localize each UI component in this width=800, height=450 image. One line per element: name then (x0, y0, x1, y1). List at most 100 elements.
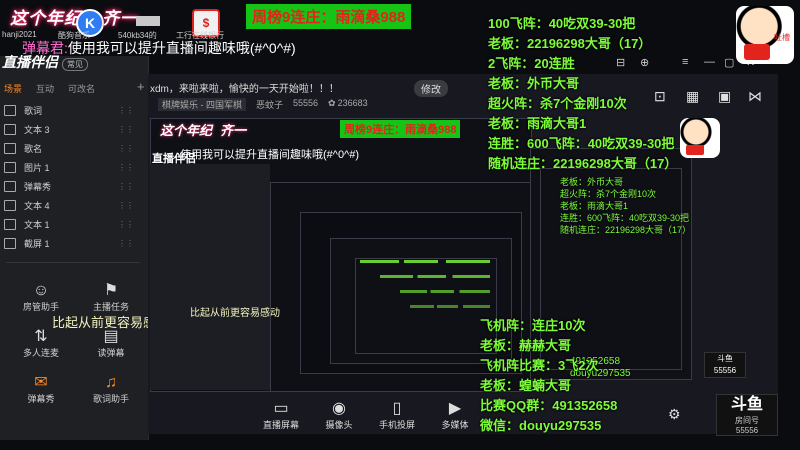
app-badge[interactable]: 常见 (62, 58, 88, 71)
source-item[interactable]: 弹幕秀 ⋮⋮ (4, 180, 134, 193)
source-item[interactable]: 歌名 ⋮⋮ (4, 142, 134, 155)
multimedia-button[interactable]: ▶ 多媒体 (434, 400, 476, 431)
overlay-line: 老板：22196298大哥（17） (488, 36, 652, 51)
tool-label: 多媒体 (441, 420, 469, 430)
drag-handle-icon[interactable]: ⋮⋮ (118, 220, 134, 229)
cartoon-character-sticker: 吐槽 (736, 6, 794, 64)
stream-banner-title-tail: 齐一 (102, 9, 138, 28)
fans-icon: ✿ (328, 98, 336, 108)
overlay-line: 连胜：600飞阵：40吃双39-30把 (560, 213, 690, 223)
douyu-logo: 斗鱼 (730, 396, 763, 413)
drag-handle-icon[interactable]: ⋮⋮ (118, 106, 134, 115)
room-manager-icon: ☺ (32, 282, 50, 299)
add-tab-button[interactable]: + (137, 80, 145, 98)
tab-interact[interactable]: 互动 (36, 82, 54, 98)
drag-handle-icon[interactable]: ⋮⋮ (118, 239, 134, 248)
lyrics-icon: ♫ (105, 374, 117, 391)
phone-cast-button[interactable]: ▯ 手机投屏 (376, 400, 418, 431)
flag-icon: ⚑ (103, 282, 119, 299)
overlay-line: 随机连庄：22196298大哥（17） (560, 225, 692, 235)
source-label: 歌名 (24, 144, 43, 154)
overlay-line: 老板：外币大哥 (560, 177, 624, 187)
barrage-message: 使用我可以提升直播间趣味哦(#^0^#) (67, 40, 296, 56)
settings-gear-icon[interactable]: ⚙ (668, 406, 681, 423)
overlay-line: 超火阵：杀7个金刚10次 (560, 189, 657, 199)
nested-cartoon-sticker (680, 118, 720, 158)
minimize-icon[interactable]: — (704, 56, 715, 68)
drag-handle-icon[interactable]: ⋮⋮ (118, 144, 134, 153)
fans-count: 236683 (337, 98, 368, 108)
drag-handle-icon[interactable]: ⋮⋮ (118, 182, 134, 191)
tool-label: 摄像头 (325, 420, 353, 430)
stream-banner-title: 这个年纪 (10, 9, 82, 28)
banner-dash (136, 16, 160, 26)
drag-handle-icon[interactable]: ⋮⋮ (118, 201, 134, 210)
menu-icon[interactable]: ≡ (682, 56, 688, 68)
drag-handle-icon[interactable]: ⋮⋮ (118, 163, 134, 172)
host-name: 恶蚊子 (256, 100, 284, 110)
phone-icon: ▯ (392, 400, 402, 417)
source-item[interactable]: 截屏 1 ⋮⋮ (4, 237, 134, 250)
douyu-watermark: 斗鱼 房间号 55556 (716, 394, 778, 436)
host-task-button[interactable]: ⚑ 主播任务 (86, 282, 136, 313)
source-label: 歌词 (24, 106, 43, 116)
maximize-icon[interactable]: ▢ (724, 56, 734, 69)
barrage-show-icon: ✉ (34, 374, 48, 391)
overlay-line: 老板：蝗蝻大哥 (480, 378, 572, 393)
room-category[interactable]: 棋牌娱乐 - 四国军棋 (158, 98, 246, 111)
source-label: 文本 3 (24, 125, 50, 135)
overlay-line: 老板：雨滴大哥1 (560, 201, 629, 211)
read-barrage-button[interactable]: ▤ 读弹幕 (86, 328, 136, 359)
green-streak (360, 260, 490, 263)
source-item[interactable]: 文本 4 ⋮⋮ (4, 199, 134, 212)
source-item[interactable]: 文本 1 ⋮⋮ (4, 218, 134, 231)
tab-scene[interactable]: 场景 (4, 82, 22, 98)
source-label: 弹幕秀 (24, 182, 52, 192)
tool-label: 直播屏幕 (262, 420, 299, 430)
overlay-line: 随机连庄：22196298大哥（17） (488, 156, 678, 171)
tool-label: 手机投屏 (378, 420, 415, 430)
drag-handle-icon[interactable]: ⋮⋮ (118, 125, 134, 134)
share-nodes-icon[interactable]: ⋈ (748, 88, 762, 105)
tool-label: 读弹幕 (97, 348, 125, 358)
source-item[interactable]: 歌词 ⋮⋮ (4, 104, 134, 117)
source-icon (4, 238, 16, 249)
panel-divider (6, 262, 140, 263)
source-icon (4, 105, 16, 116)
source-label: 截屏 1 (24, 239, 50, 249)
tool-label: 主播任务 (92, 302, 129, 312)
overlay-line: 老板：雨滴大哥1 (488, 116, 587, 131)
nested-streak-banner: 周榜9连庄：雨滴桑988 (340, 120, 461, 138)
gift-icon[interactable]: ▣ (718, 88, 731, 105)
tab-rename[interactable]: 可改名 (68, 82, 95, 98)
overlay-line: 连胜：600飞阵：40吃双39-30把 (488, 136, 675, 151)
scene-tabs: 场景 互动 可改名 + (0, 80, 148, 98)
multi-mic-button[interactable]: ⇅ 多人连麦 (16, 328, 66, 359)
douyu-room-id: 55556 (735, 426, 759, 435)
edit-title-button[interactable]: 修改 (414, 80, 448, 97)
room-manager-button[interactable]: ☺ 房管助手 (16, 282, 66, 313)
grid-icon[interactable]: ▦ (686, 88, 699, 105)
screen-capture-button[interactable]: ▭ 直播屏幕 (260, 400, 302, 431)
overlay-line: 超火阵：杀7个金刚10次 (488, 96, 627, 111)
green-streak (410, 305, 490, 308)
source-label: 图片 1 (24, 163, 50, 173)
source-icon (4, 181, 16, 192)
overlay-line: 比赛QQ群：491352658 (480, 398, 618, 413)
source-item[interactable]: 文本 3 ⋮⋮ (4, 123, 134, 136)
barrage-line: 弹幕君:使用我可以提升直播间趣味哦(#^0^#) (22, 38, 296, 58)
douyu-room-label: 房间号 (735, 416, 759, 425)
weekly-streak-banner: 周榜9连庄：雨滴桑988 (246, 4, 412, 29)
tool-label: 弹幕秀 (27, 394, 55, 404)
camera-button[interactable]: ◉ 摄像头 (318, 400, 360, 431)
barrage-show-button[interactable]: ✉ 弹幕秀 (16, 374, 66, 405)
source-label: 文本 4 (24, 201, 50, 211)
tool-label: 歌词助手 (92, 394, 129, 404)
source-icon (4, 124, 16, 135)
lyrics-helper-button[interactable]: ♫ 歌词助手 (86, 374, 136, 405)
source-icon (4, 200, 16, 211)
room-id: 55556 (293, 98, 319, 108)
source-item[interactable]: 图片 1 ⋮⋮ (4, 161, 134, 174)
overlay-line: 100飞阵：40吃双39-30把 (488, 16, 636, 31)
nested-panel (150, 164, 270, 390)
